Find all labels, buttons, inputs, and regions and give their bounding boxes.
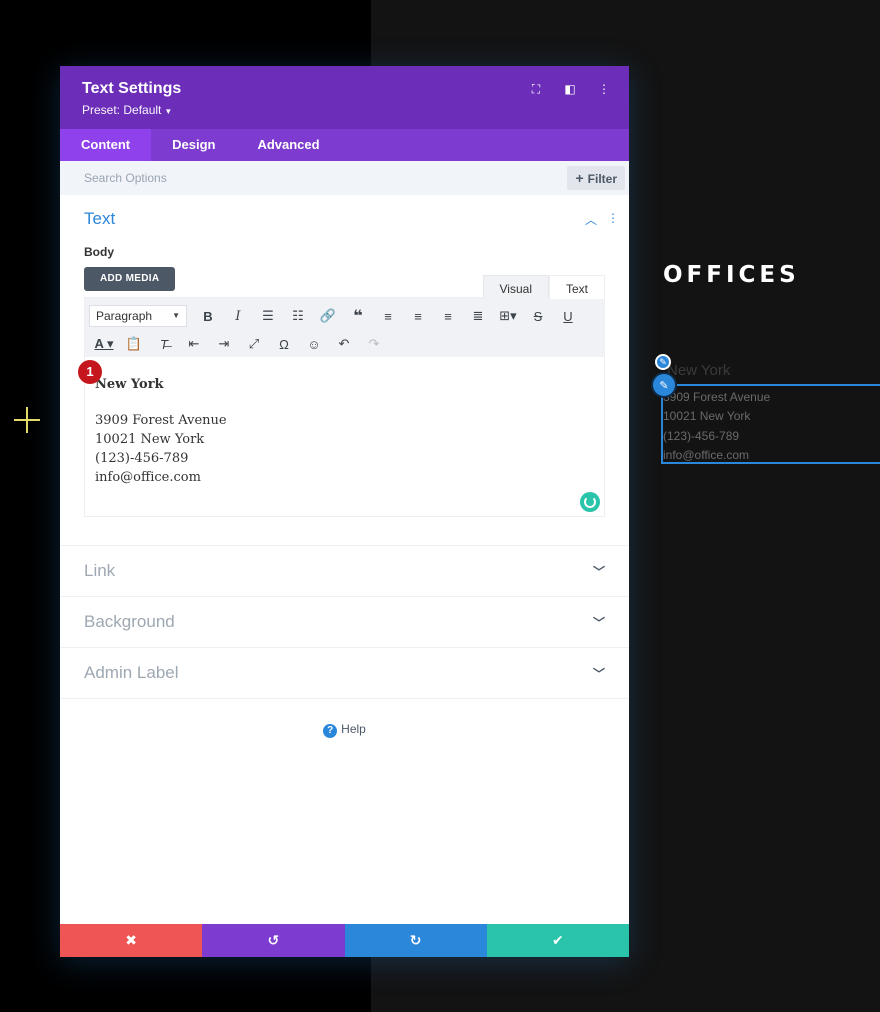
background-section-title: Background: [84, 612, 175, 631]
align-justify-icon[interactable]: ≣: [463, 308, 493, 324]
preset-selector[interactable]: Preset: Default ▼: [82, 103, 607, 117]
fullscreen-icon[interactable]: ⤢: [239, 336, 269, 352]
undo-icon[interactable]: ↶: [329, 336, 359, 352]
check-icon: ✔: [552, 932, 564, 948]
more-vertical-icon[interactable]: ⋮: [597, 82, 611, 97]
text-color-icon[interactable]: A ▾: [89, 336, 119, 352]
chevron-down-icon: ▼: [172, 311, 180, 320]
preview-line: 3909 Forest Avenue: [663, 390, 771, 404]
align-center-icon[interactable]: ≡: [403, 309, 433, 324]
admin-label-section[interactable]: Admin Label ﹀: [60, 648, 629, 699]
editor-office-name: New York: [95, 377, 164, 392]
settings-tabs: Content Design Advanced: [60, 129, 629, 161]
chevron-down-icon[interactable]: ﹀: [593, 563, 605, 580]
background-section[interactable]: Background ﹀: [60, 597, 629, 648]
undo-button[interactable]: ↺: [202, 924, 345, 957]
search-bar: +Filter: [60, 161, 629, 195]
modal-header: Text Settings Preset: Default ▼ ⛶ ◧ ⋮: [60, 66, 629, 129]
preview-offices-title: OFFICES: [663, 262, 800, 288]
help-icon: ?: [323, 724, 338, 738]
add-media-button[interactable]: ADD MEDIA: [84, 267, 176, 291]
editor-mode-tabs: Visual Text: [482, 275, 605, 299]
split-view-icon[interactable]: ◧: [563, 82, 577, 97]
module-edit-icon[interactable]: ✎: [655, 354, 671, 370]
filter-button[interactable]: + Filter: [567, 166, 625, 190]
help-label: Help: [341, 722, 366, 736]
close-icon: ✖: [125, 932, 137, 948]
rich-text-editor[interactable]: New York 3909 Forest Avenue 10021 New Yo…: [84, 357, 605, 517]
paragraph-format-select[interactable]: Paragraph ▼: [89, 305, 187, 327]
bold-icon[interactable]: B: [193, 309, 223, 324]
expand-icon[interactable]: ⛶: [529, 82, 543, 97]
editor-line: 3909 Forest Avenue: [95, 413, 227, 428]
redo-icon: ↻: [409, 932, 422, 948]
preview-line: 10021 New York: [663, 409, 751, 424]
tab-visual[interactable]: Visual: [482, 275, 549, 299]
indent-icon[interactable]: ⇥: [209, 336, 239, 352]
blockquote-icon[interactable]: ❝: [343, 306, 373, 326]
step-badge: 1: [78, 360, 102, 384]
loading-spinner-icon: [580, 492, 600, 512]
special-character-icon[interactable]: Ω: [269, 337, 299, 352]
clear-formatting-icon[interactable]: T̶: [149, 337, 179, 352]
undo-icon: ↺: [267, 932, 280, 948]
tab-advanced[interactable]: Advanced: [236, 129, 340, 161]
chevron-up-icon[interactable]: ︿: [585, 211, 597, 228]
tab-text[interactable]: Text: [548, 275, 605, 299]
help-link[interactable]: ? Help: [60, 722, 629, 738]
text-edit-icon[interactable]: ✎: [653, 374, 675, 396]
preview-office-name: New York: [667, 362, 731, 379]
text-settings-modal: Text Settings Preset: Default ▼ ⛶ ◧ ⋮ Con…: [60, 66, 629, 957]
search-options-input[interactable]: [84, 171, 384, 185]
body-label: Body: [84, 245, 114, 259]
table-icon[interactable]: ⊞▾: [493, 308, 523, 324]
preview-address-lines: 3909 Forest Avenue 10021 New York (123)-…: [663, 388, 770, 465]
format-select-value: Paragraph: [96, 309, 153, 323]
link-section-title: Link: [84, 561, 116, 580]
preview-line: info@office.com: [663, 447, 749, 462]
cancel-button[interactable]: ✖: [60, 924, 203, 957]
paste-text-icon[interactable]: 📋: [119, 336, 149, 352]
tab-design[interactable]: Design: [151, 129, 236, 161]
link-icon[interactable]: 🔗: [313, 308, 343, 324]
tab-content[interactable]: Content: [60, 129, 152, 161]
outdent-icon[interactable]: ⇤: [179, 336, 209, 352]
align-left-icon[interactable]: ≡: [373, 309, 403, 324]
link-section[interactable]: Link ﹀: [60, 546, 629, 597]
preset-label: Preset: Default: [82, 103, 162, 117]
align-right-icon[interactable]: ≡: [433, 309, 463, 324]
redo-button[interactable]: ↻: [344, 924, 487, 957]
italic-icon[interactable]: I: [223, 309, 253, 324]
admin-label-section-title: Admin Label: [84, 663, 179, 682]
bullet-list-icon[interactable]: ☰: [253, 308, 283, 324]
editor-line: (123)-456-789: [95, 451, 189, 466]
text-section: Text ︿ ⋮ Body ADD MEDIA Visual Text Para…: [60, 195, 629, 546]
editor-line: info@office.com: [95, 470, 201, 485]
chevron-down-icon[interactable]: ﹀: [593, 665, 605, 682]
save-button[interactable]: ✔: [486, 924, 629, 957]
preview-line: (123)-456-789: [663, 428, 740, 443]
chevron-down-icon[interactable]: ﹀: [593, 614, 605, 631]
emoji-icon[interactable]: ☺: [299, 337, 329, 352]
text-section-title[interactable]: Text: [84, 209, 115, 229]
editor-line: 10021 New York: [95, 432, 205, 447]
underline-icon[interactable]: U: [553, 309, 583, 324]
chevron-down-icon: ▼: [164, 107, 173, 116]
filter-label: Filter: [587, 172, 617, 186]
numbered-list-icon[interactable]: ☷: [283, 308, 313, 324]
section-more-icon[interactable]: ⋮: [607, 211, 619, 228]
redo-icon[interactable]: ↷: [359, 336, 389, 352]
strikethrough-icon[interactable]: S: [523, 309, 553, 324]
editor-toolbar: Paragraph ▼ B I ☰ ☷ 🔗 ❝ ≡ ≡ ≡ ≣ ⊞▾ S U A …: [84, 297, 605, 357]
add-module-icon[interactable]: [14, 407, 40, 433]
modal-footer: ✖ ↺ ↻ ✔: [60, 924, 629, 957]
plus-icon: +: [575, 170, 584, 186]
